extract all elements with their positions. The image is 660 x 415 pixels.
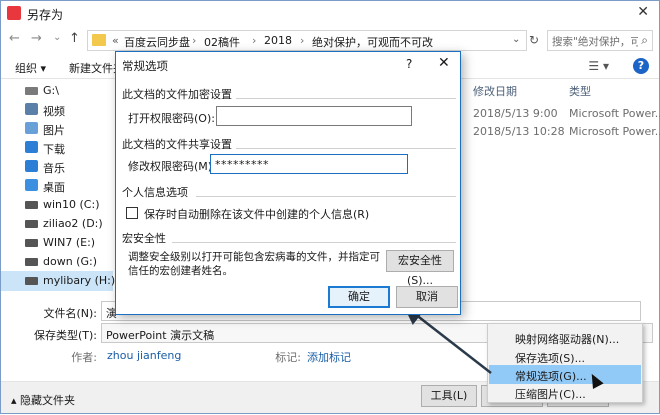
dialog-close-icon[interactable]: ✕ [438,55,450,71]
divider [196,196,456,197]
open-password-input[interactable] [216,106,412,126]
remove-personal-info-checkbox[interactable] [126,207,138,219]
modify-password-label: 修改权限密码(M): [128,160,216,173]
remove-personal-info-label[interactable]: 保存时自动删除在该文件中创建的个人信息(R) [144,206,369,222]
divider [236,98,456,99]
dialog-help-icon[interactable]: ? [406,57,412,71]
dialog-title: 常规选项 [122,59,168,73]
open-password-label: 打开权限密码(O): [128,112,215,125]
modify-password-input[interactable]: ********* [210,154,408,174]
macro-security-button[interactable]: 宏安全性(S)... [386,250,454,287]
macro-security-description: 调整安全级别以打开可能包含宏病毒的文件，并指定可信任的宏创建者姓名。 [128,251,380,277]
general-options-dialog: 常规选项 ? ✕ 此文档的文件加密设置 打开权限密码(O): 此文档的文件共享设… [115,51,461,315]
macro-section-heading: 宏安全性 [122,232,166,245]
ok-button[interactable]: 确定 [328,286,390,308]
divider [236,148,456,149]
modify-password-value: ********* [215,158,269,171]
divider [172,242,456,243]
save-as-window: 另存为 ✕ ← → ⌄ ↑ « 百度云同步盘 › 02稿件 › 2018 › 绝… [0,0,660,414]
dialog-cancel-button[interactable]: 取消 [396,286,458,308]
encrypt-section-heading: 此文档的文件加密设置 [122,88,232,101]
privacy-section-heading: 个人信息选项 [122,186,188,199]
share-section-heading: 此文档的文件共享设置 [122,138,232,151]
